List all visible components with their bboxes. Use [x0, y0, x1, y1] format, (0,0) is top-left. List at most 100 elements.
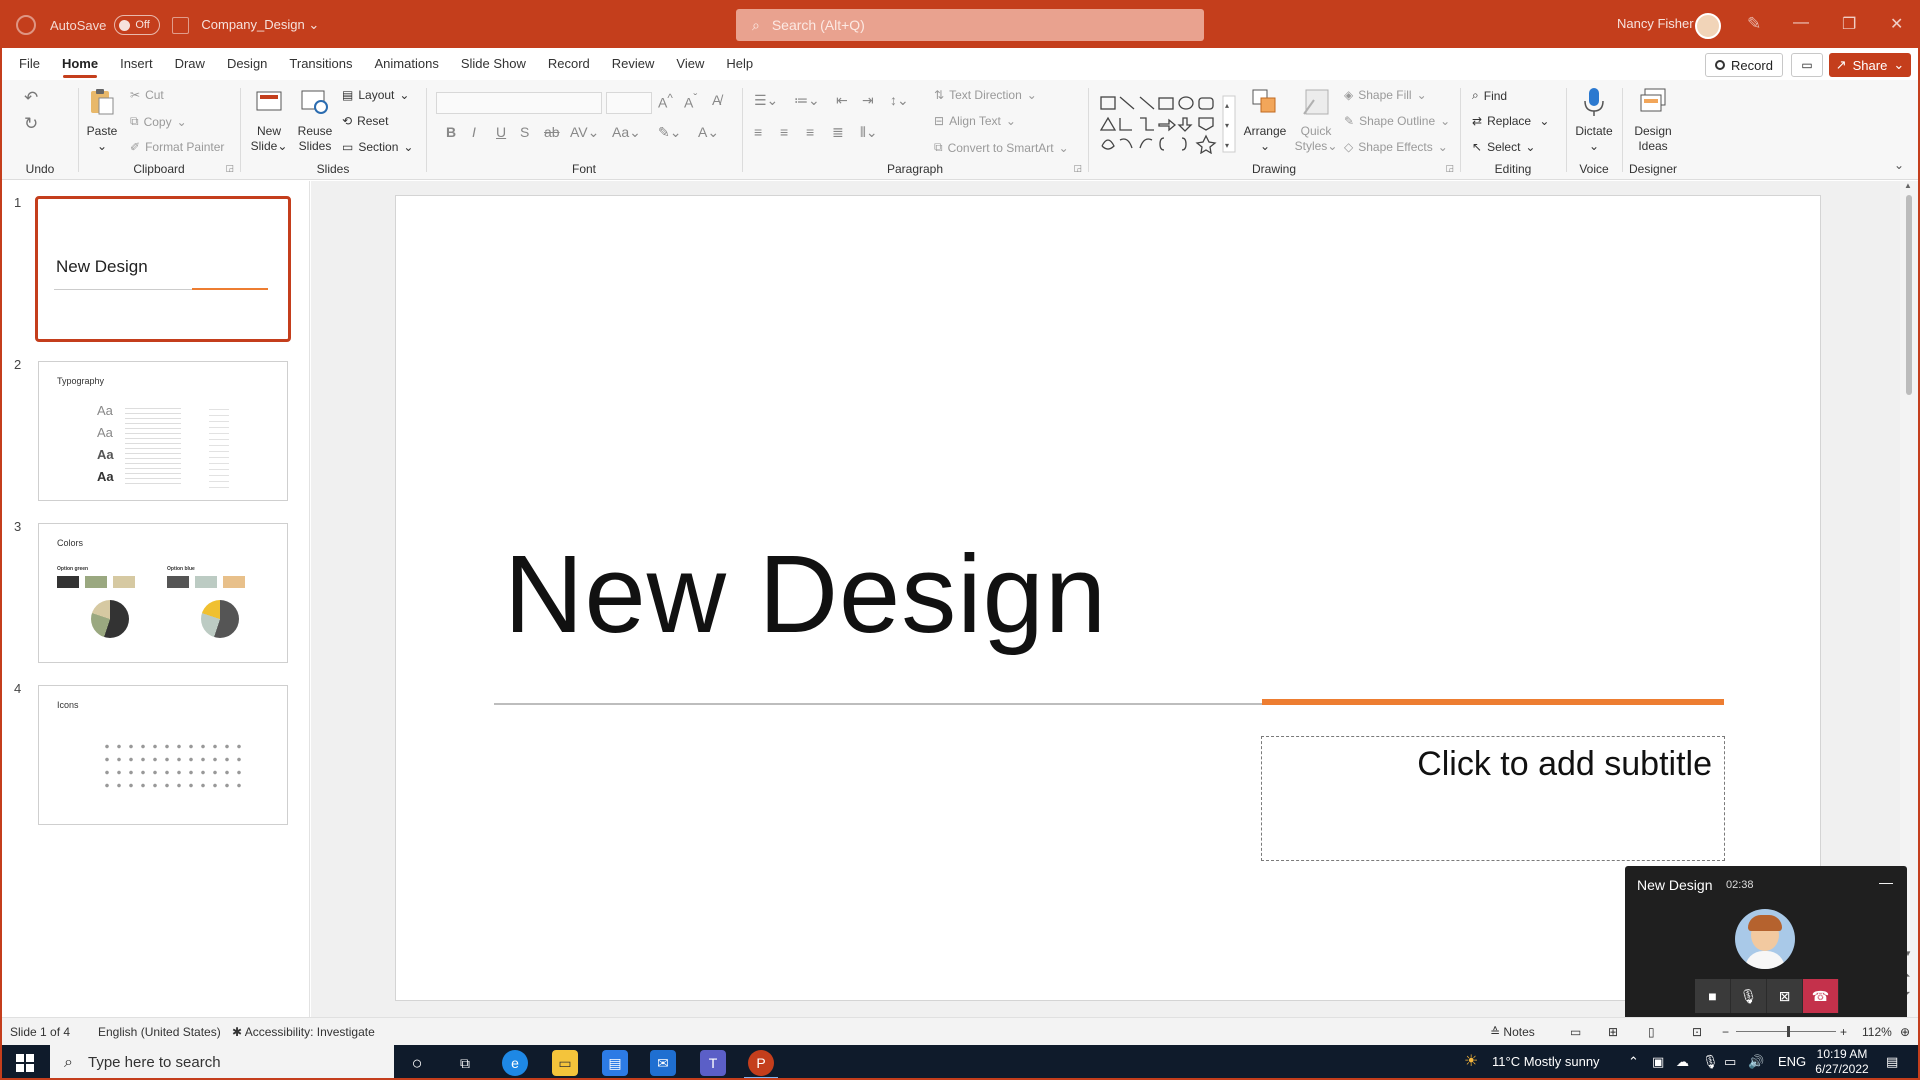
restore-icon[interactable]: ❐ — [1842, 14, 1856, 34]
align-center-icon[interactable]: ≡ — [780, 124, 788, 140]
slideshow-view-icon[interactable]: ⊡ — [1692, 1025, 1702, 1039]
dialog-launcher-icon[interactable]: ◲ — [1445, 163, 1454, 174]
tab-home[interactable]: Home — [51, 48, 109, 80]
user-name[interactable]: Nancy Fisher — [1617, 16, 1694, 31]
teams-call-window[interactable]: New Design 02:38 — ■ 🎙 ⊠ ☎ — [1625, 866, 1907, 1026]
increase-font-icon[interactable]: A^ — [658, 92, 673, 111]
tab-draw[interactable]: Draw — [164, 48, 216, 80]
align-text-button[interactable]: ⊟ Align Text ⌄ — [934, 114, 1016, 128]
tab-slide-show[interactable]: Slide Show — [450, 48, 537, 80]
layout-button[interactable]: ▤ Layout ⌄ — [342, 88, 409, 102]
increase-indent-icon[interactable]: ⇥ — [862, 92, 874, 109]
highlight-icon[interactable]: ✎⌄ — [658, 124, 681, 141]
normal-view-icon[interactable]: ▭ — [1570, 1025, 1581, 1039]
search-box[interactable]: ⌕ Search (Alt+Q) — [736, 9, 1204, 41]
quick-styles-button[interactable]: Quick Styles⌄ — [1292, 86, 1340, 154]
tab-file[interactable]: File — [8, 48, 51, 80]
zoom-slider-thumb[interactable] — [1787, 1026, 1790, 1037]
microphone-icon[interactable]: 🎙 — [1731, 979, 1767, 1013]
zoom-in-icon[interactable]: + — [1840, 1025, 1847, 1039]
tab-design[interactable]: Design — [216, 48, 278, 80]
reading-view-icon[interactable]: ▯ — [1648, 1025, 1655, 1039]
tab-view[interactable]: View — [665, 48, 715, 80]
slide-thumbnail-4[interactable]: Icons — [38, 685, 288, 825]
zoom-slider[interactable] — [1736, 1031, 1836, 1032]
slide-thumbnail-1[interactable]: New Design — [35, 196, 291, 342]
font-family-select[interactable] — [436, 92, 602, 114]
store-icon[interactable]: ▤ — [602, 1050, 628, 1076]
notifications-icon[interactable]: ▤ — [1886, 1054, 1898, 1070]
mail-icon[interactable]: ✉ — [650, 1050, 676, 1076]
line-spacing-icon[interactable]: ↕⌄ — [890, 92, 909, 109]
save-icon[interactable] — [172, 16, 190, 34]
minimize-call-icon[interactable]: — — [1879, 874, 1893, 890]
redo-icon[interactable]: ↻ — [24, 114, 38, 134]
clear-formatting-icon[interactable]: A̸ — [712, 92, 721, 108]
copy-button[interactable]: ⧉ Copy ⌄ — [130, 114, 187, 129]
shapes-gallery[interactable]: ▴ ▾ ▾ — [1098, 94, 1236, 154]
tab-insert[interactable]: Insert — [109, 48, 164, 80]
cut-button[interactable]: ✂ Cut — [130, 88, 164, 102]
shadow-icon[interactable]: S — [520, 124, 529, 140]
dictate-button[interactable]: Dictate ⌄ — [1572, 86, 1616, 154]
cortana-icon[interactable]: ○ — [404, 1050, 430, 1076]
shape-fill-button[interactable]: ◈ Shape Fill ⌄ — [1344, 88, 1427, 102]
slide-title[interactable]: New Design — [504, 531, 1107, 658]
input-language[interactable]: ENG — [1778, 1054, 1806, 1069]
numbering-icon[interactable]: ≔⌄ — [794, 92, 820, 109]
scrollbar-thumb[interactable] — [1906, 195, 1912, 395]
zoom-out-icon[interactable]: − — [1722, 1025, 1729, 1039]
notes-button[interactable]: ≙ Notes — [1490, 1025, 1535, 1039]
language-status[interactable]: English (United States) — [98, 1025, 221, 1039]
bullets-icon[interactable]: ☰⌄ — [754, 92, 778, 109]
user-avatar[interactable] — [1695, 13, 1721, 39]
format-painter-button[interactable]: ✐ Format Painter — [130, 140, 224, 154]
file-explorer-icon[interactable]: ▭ — [552, 1050, 578, 1076]
slide-thumbnail-2[interactable]: Typography Aa Aa Aa Aa — [38, 361, 288, 501]
show-hidden-icons[interactable]: ⌃ — [1628, 1054, 1639, 1070]
autosave-toggle[interactable]: Off — [114, 15, 161, 35]
clock[interactable]: 10:19 AM 6/27/2022 — [1810, 1047, 1874, 1077]
powerpoint-taskbar-icon[interactable]: P — [748, 1050, 774, 1076]
tab-animations[interactable]: Animations — [364, 48, 450, 80]
fit-slide-icon[interactable]: ⊕ — [1900, 1025, 1910, 1039]
arrange-button[interactable]: Arrange ⌄ — [1240, 86, 1290, 154]
task-view-icon[interactable]: ⧉ — [452, 1050, 478, 1076]
tab-transitions[interactable]: Transitions — [278, 48, 363, 80]
design-ideas-button[interactable]: Design Ideas — [1628, 86, 1678, 154]
record-button[interactable]: Record — [1705, 53, 1783, 77]
teams-icon[interactable]: T — [700, 1050, 726, 1076]
camera-icon[interactable]: ■ — [1695, 979, 1731, 1013]
align-left-icon[interactable]: ≡ — [754, 124, 762, 140]
weather-icon[interactable]: ☀ — [1464, 1051, 1478, 1071]
slide-thumbnail-3[interactable]: Colors Option green Option blue — [38, 523, 288, 663]
replace-button[interactable]: ⇄ Replace ⌄ — [1472, 114, 1549, 128]
close-icon[interactable]: ✕ — [1890, 14, 1903, 34]
slide-sorter-icon[interactable]: ⊞ — [1608, 1025, 1618, 1039]
decrease-indent-icon[interactable]: ⇤ — [836, 92, 848, 109]
windows-start-icon[interactable] — [16, 1054, 34, 1072]
share-screen-icon[interactable]: ⊠ — [1767, 979, 1803, 1013]
microphone-tray-icon[interactable]: 🎙 — [1702, 1054, 1719, 1070]
shape-effects-button[interactable]: ◇ Shape Effects ⌄ — [1344, 140, 1448, 154]
tab-record[interactable]: Record — [537, 48, 601, 80]
text-direction-button[interactable]: ⇅ Text Direction ⌄ — [934, 88, 1037, 102]
minimize-icon[interactable]: — — [1793, 14, 1809, 32]
comments-button[interactable]: ▭ — [1791, 53, 1823, 77]
volume-icon[interactable]: 🔊 — [1748, 1054, 1764, 1070]
undo-icon[interactable]: ↶ — [24, 88, 38, 108]
edge-icon[interactable]: e — [502, 1050, 528, 1076]
find-button[interactable]: ⌕ Find — [1472, 88, 1507, 103]
document-name[interactable]: Company_Design ⌄ — [201, 17, 319, 33]
dialog-launcher-icon[interactable]: ◲ — [1073, 163, 1082, 174]
onedrive-icon[interactable]: ☁ — [1676, 1054, 1689, 1070]
hang-up-icon[interactable]: ☎ — [1803, 979, 1839, 1013]
decrease-font-icon[interactable]: Aˇ — [684, 92, 697, 111]
paste-button[interactable]: Paste ⌄ — [82, 86, 122, 154]
convert-smartart-button[interactable]: ⧉ Convert to SmartArt ⌄ — [934, 140, 1069, 155]
change-case-icon[interactable]: Aa⌄ — [612, 124, 641, 141]
tab-review[interactable]: Review — [601, 48, 666, 80]
dialog-launcher-icon[interactable]: ◲ — [225, 163, 234, 174]
reset-button[interactable]: ⟲ Reset — [342, 114, 388, 128]
new-slide-button[interactable]: New Slide⌄ — [248, 86, 290, 154]
